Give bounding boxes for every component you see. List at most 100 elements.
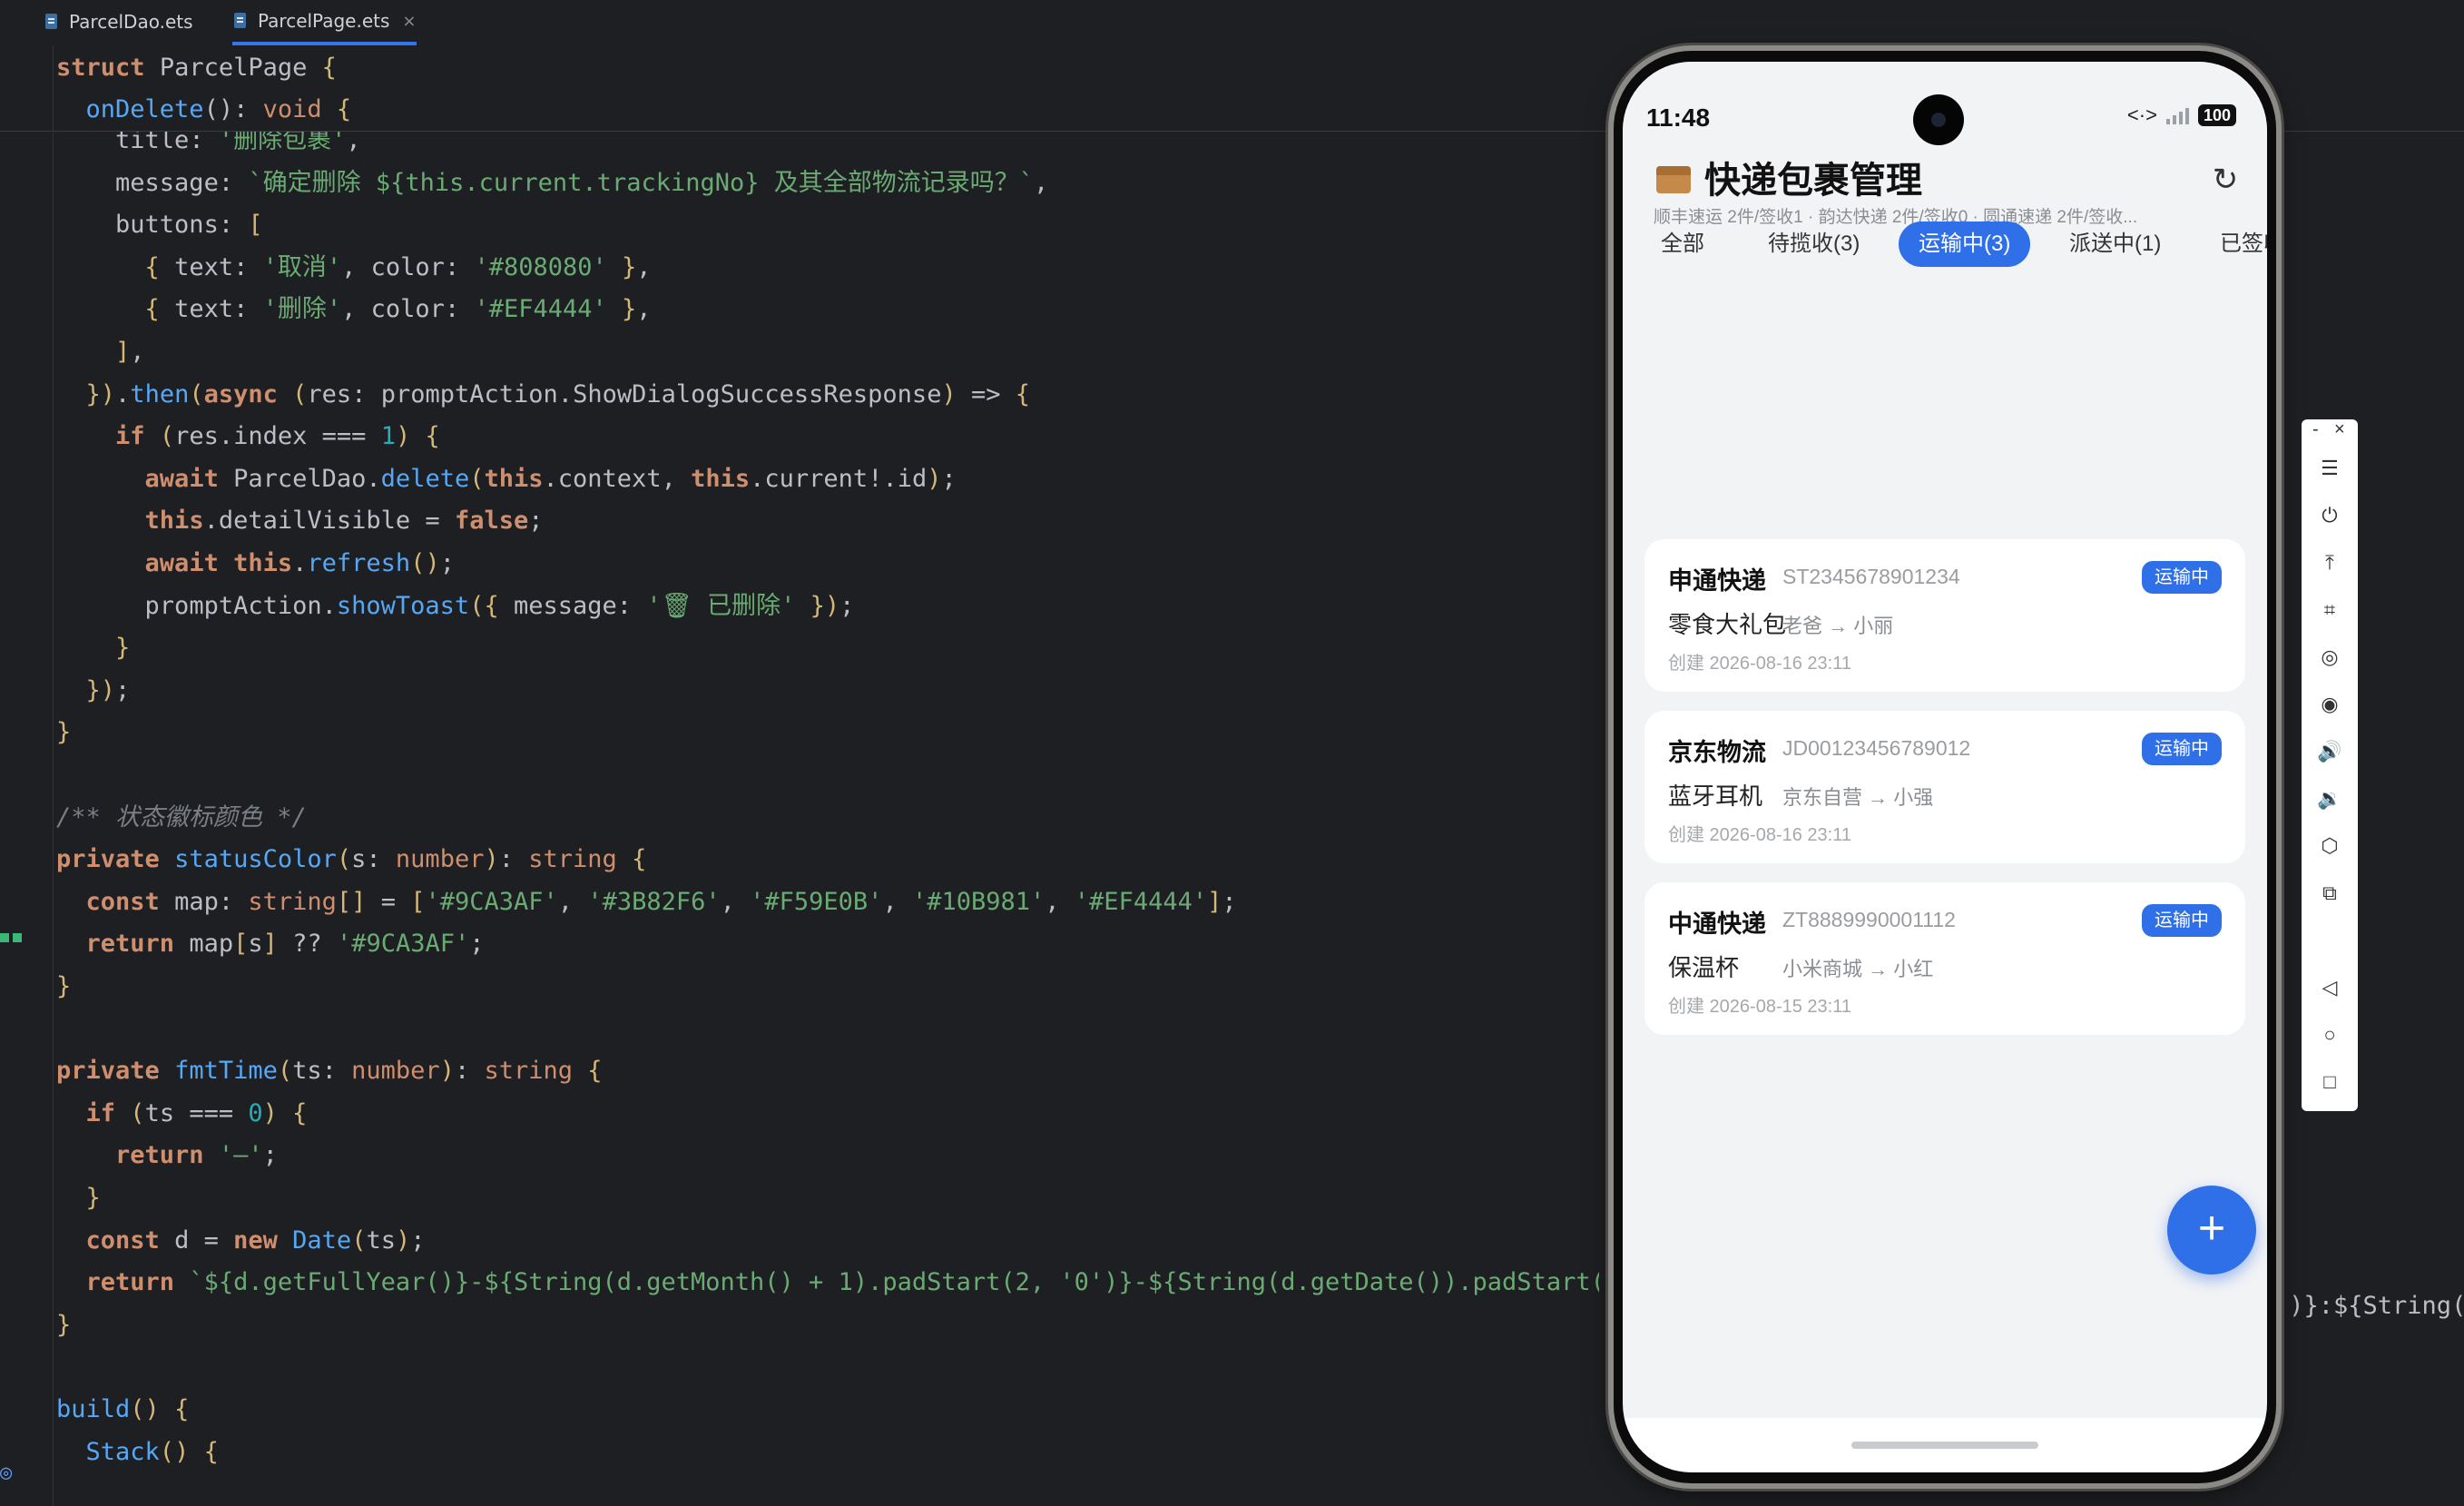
parcel-card[interactable]: 中通快递 ZT8889990001112 运输中 保温杯 小米商城 → 小红 创… (1644, 882, 2245, 1035)
back-icon[interactable]: ◁ (2302, 970, 2358, 1006)
item-name: 零食大礼包 (1668, 611, 1787, 638)
code-line: buttons: [ (115, 211, 263, 240)
code-line: }).then(async (res: promptAction.ShowDia… (85, 379, 1031, 408)
filter-all[interactable]: 全部 (1641, 221, 1724, 267)
code-line: build() { (56, 1395, 190, 1423)
status-time: 11:48 (1646, 103, 1711, 132)
tab-parcelpage[interactable]: ParcelPage.ets × (232, 0, 417, 45)
code-line: const d = new Date(ts); (85, 1225, 426, 1255)
status-icons: <·> 100 (2127, 103, 2236, 127)
created-time: 创建 2026-08-15 23:11 (1668, 997, 1851, 1017)
crop-icon[interactable]: ⌗ (2302, 592, 2358, 628)
code-overflow-fragment: ')}:${String( (2274, 1292, 2464, 1320)
sender-receiver: 京东自营 → 小强 (1782, 786, 1934, 809)
code-line: }); (85, 675, 131, 704)
power-icon[interactable]: ⏻ (2302, 497, 2358, 534)
code-line: if (ts === 0) { (85, 1098, 308, 1127)
package-icon (1654, 159, 1693, 195)
override-icon[interactable]: ◎ (0, 1462, 12, 1484)
code-line: } (56, 972, 72, 1000)
tab-label: ParcelPage.ets (258, 10, 390, 32)
signal-icon (2165, 106, 2189, 124)
code-line: this.detailVisible = false; (144, 507, 544, 536)
parcel-card[interactable]: 京东物流 JD00123456789012 运输中 蓝牙耳机 京东自营 → 小强… (1644, 711, 2245, 863)
code-line: return '—'; (115, 1141, 278, 1170)
rotate-icon[interactable]: ◎ (2302, 639, 2358, 675)
toolbar-window-buttons: - × (2302, 419, 2358, 443)
created-time: 创建 2026-08-16 23:11 (1668, 654, 1851, 674)
menu-icon[interactable]: ☰ (2302, 450, 2358, 487)
code-line: await this.refresh(); (144, 549, 455, 577)
code-line: return `${d.getFullYear()}-${String(d.ge… (85, 1268, 1599, 1297)
phone-emulator: 11:48 <·> 100 快递包裹管理 ↻ 顺丰速运 2件/签收1 · 韵达快… (1614, 51, 2276, 1483)
status-bar: 11:48 <·> 100 (1623, 62, 2267, 145)
vcs-change-marker (0, 920, 24, 942)
carrier-name: 京东物流 (1668, 739, 1766, 766)
code-line: await ParcelDao.delete(this.context, thi… (144, 464, 957, 493)
status-badge: 运输中 (2142, 733, 2222, 765)
code-line: } (56, 718, 72, 747)
shake-icon[interactable]: ⬡ (2302, 828, 2358, 864)
page-title: 快递包裹管理 (1704, 160, 1922, 202)
minimize-button[interactable]: - (2312, 419, 2319, 440)
code-line: } (115, 634, 131, 663)
ets-file-icon (232, 12, 249, 30)
add-parcel-button[interactable]: + (2167, 1186, 2256, 1275)
code-line: /** 状态徽标颜色 */ (56, 802, 307, 832)
tracking-number: JD00123456789012 (1782, 736, 1971, 760)
gutter-divider (53, 45, 54, 1506)
emulator-toolbar: - × ☰ ⏻ ⤒ ⌗ ◎ ◉ 🔊 🔉 ⬡ ⧉ ◁ ○ □ (2302, 419, 2358, 1111)
home-indicator[interactable] (1851, 1442, 2038, 1449)
code-line: return map[s] ?? '#9CA3AF'; (85, 930, 485, 959)
filter-out-for-delivery[interactable]: 派送中(1) (2049, 221, 2181, 267)
close-button[interactable]: × (2334, 419, 2345, 440)
code-line: promptAction.showToast({ message: '🗑 已删除… (144, 591, 855, 620)
battery-icon: 100 (2197, 104, 2236, 126)
parcel-card[interactable]: 申通快递 ST2345678901234 运输中 零食大礼包 老爸 → 小丽 创… (1644, 539, 2245, 692)
code-line: } (56, 1310, 72, 1339)
status-badge: 运输中 (2142, 561, 2222, 594)
code-line: } (85, 1184, 101, 1212)
location-icon[interactable]: ◉ (2302, 686, 2358, 723)
filter-in-transit[interactable]: 运输中(3) (1899, 221, 2031, 267)
sender-receiver: 老爸 → 小丽 (1782, 615, 1894, 637)
front-camera (1913, 94, 1964, 145)
code-line: Stack() { (85, 1437, 219, 1466)
recents-icon[interactable]: □ (2302, 1064, 2358, 1100)
volume-down-icon[interactable]: 🔉 (2302, 781, 2358, 817)
tab-label: ParcelDao.ets (69, 11, 193, 33)
sticky-line: onDelete(): void { (85, 95, 352, 123)
status-badge: 运输中 (2142, 904, 2222, 937)
volume-up-icon[interactable]: 🔊 (2302, 733, 2358, 770)
code-line: const map: string[] = ['#9CA3AF', '#3B82… (85, 887, 1237, 916)
sticky-line: struct ParcelPage { (56, 54, 337, 82)
tracking-number: ST2345678901234 (1782, 565, 1960, 588)
status-filter-tabs: 全部 待揽收(3) 运输中(3) 派送中(1) 已签收 (1623, 221, 2267, 271)
code-line: if (res.index === 1) { (115, 422, 440, 451)
carrier-name: 中通快递 (1668, 910, 1766, 938)
code-line: { text: '取消', color: '#808080' }, (144, 252, 652, 281)
screenshot-icon[interactable]: ⧉ (2302, 875, 2358, 911)
close-icon[interactable]: × (402, 12, 416, 31)
title-row: 快递包裹管理 (1654, 151, 1922, 203)
created-time: 创建 2026-08-16 23:11 (1668, 825, 1851, 845)
phone-screen: 11:48 <·> 100 快递包裹管理 ↻ 顺丰速运 2件/签收1 · 韵达快… (1623, 62, 2267, 1472)
item-name: 蓝牙耳机 (1668, 783, 1763, 810)
filter-pending-pickup[interactable]: 待揽收(3) (1748, 221, 1880, 267)
pin-top-icon[interactable]: ⤒ (2302, 545, 2358, 581)
code-line: message: `确定删除 ${this.current.trackingNo… (115, 168, 1049, 197)
code-line: private statusColor(s: number): string { (56, 845, 647, 874)
ets-file-icon (44, 13, 60, 31)
tracking-number: ZT8889990001112 (1782, 908, 1956, 931)
tab-parceldao[interactable]: ParcelDao.ets (44, 0, 193, 44)
editor-tab-bar: ParcelDao.ets ParcelPage.ets × (0, 0, 2464, 46)
code-line: private fmtTime(ts: number): string { (56, 1057, 603, 1086)
home-icon[interactable]: ○ (2302, 1017, 2358, 1053)
refresh-icon[interactable]: ↻ (2207, 162, 2243, 198)
network-icon: <·> (2126, 103, 2157, 126)
code-line: { text: '删除', color: '#EF4444' }, (144, 295, 652, 324)
filter-signed[interactable]: 已签收 (2200, 221, 2267, 267)
carrier-name: 申通快递 (1668, 567, 1766, 595)
item-name: 保温杯 (1668, 954, 1740, 981)
code-line: ], (115, 338, 145, 366)
